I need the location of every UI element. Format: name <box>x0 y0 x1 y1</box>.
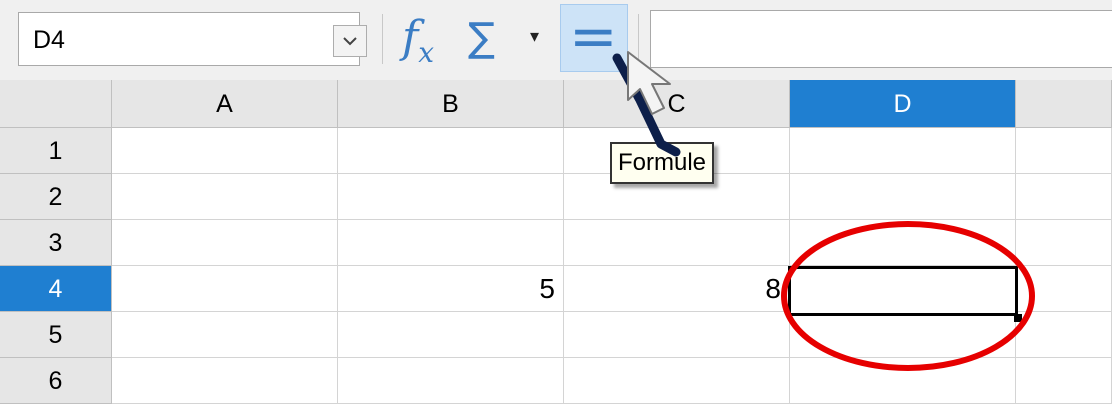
row-header-1[interactable]: 1 <box>0 128 112 174</box>
cell-e5[interactable] <box>1016 312 1112 358</box>
cell-d3[interactable] <box>790 220 1016 266</box>
formula-tooltip: Formule <box>610 142 715 184</box>
cell-b3[interactable] <box>338 220 564 266</box>
row-header-4[interactable]: 4 <box>0 266 112 312</box>
cell-e2[interactable] <box>1016 174 1112 220</box>
autofill-handle[interactable] <box>1014 314 1022 322</box>
row-header-5[interactable]: 5 <box>0 312 112 358</box>
cell-e1[interactable] <box>1016 128 1112 174</box>
cell-a1[interactable] <box>112 128 338 174</box>
cell-a6[interactable] <box>112 358 338 404</box>
name-box-dropdown-button[interactable] <box>333 25 367 57</box>
column-header-b[interactable]: B <box>338 80 564 128</box>
cell-a2[interactable] <box>112 174 338 220</box>
select-all-corner[interactable] <box>0 80 112 128</box>
sum-dropdown-icon[interactable]: ▾ <box>530 26 539 47</box>
row-header-2[interactable]: 2 <box>0 174 112 220</box>
cell-c5[interactable] <box>564 312 790 358</box>
chevron-down-icon <box>343 37 357 46</box>
toolbar-separator <box>382 14 383 64</box>
cell-d2[interactable] <box>790 174 1016 220</box>
cell-c6[interactable] <box>564 358 790 404</box>
toolbar-separator <box>638 14 639 64</box>
row-header-6[interactable]: 6 <box>0 358 112 404</box>
cell-d6[interactable] <box>790 358 1016 404</box>
cell-e3[interactable] <box>1016 220 1112 266</box>
column-header-e[interactable] <box>1016 80 1112 128</box>
column-header-d[interactable]: D <box>790 80 1016 128</box>
cell-c3[interactable] <box>564 220 790 266</box>
formula-input[interactable] <box>650 10 1112 68</box>
sigma-icon[interactable]: ∑ <box>468 10 495 66</box>
cell-d5[interactable] <box>790 316 1016 358</box>
cell-b5[interactable] <box>338 312 564 358</box>
fx-icon[interactable]: fx <box>402 8 434 83</box>
cell-b6[interactable] <box>338 358 564 404</box>
column-header-a[interactable]: A <box>112 80 338 128</box>
cell-e6[interactable] <box>1016 358 1112 404</box>
cell-d1[interactable] <box>790 128 1016 174</box>
cell-b4[interactable]: 5 <box>338 266 564 312</box>
cell-a5[interactable] <box>112 312 338 358</box>
cell-a4[interactable] <box>112 266 338 312</box>
formula-toolbar: D4 fx ∑ ▾ = <box>0 0 1112 80</box>
cell-b2[interactable] <box>338 174 564 220</box>
formula-button[interactable]: = <box>560 2 628 72</box>
name-box-value: D4 <box>33 26 65 54</box>
name-box[interactable]: D4 <box>18 12 367 66</box>
row-header-3[interactable]: 3 <box>0 220 112 266</box>
cell-e4[interactable] <box>1018 266 1112 312</box>
cell-a3[interactable] <box>112 220 338 266</box>
cell-c4[interactable]: 8 <box>564 266 790 312</box>
cell-b1[interactable] <box>338 128 564 174</box>
cell-d4[interactable] <box>788 266 1018 316</box>
equals-icon: = <box>569 2 618 70</box>
column-header-c[interactable]: C <box>564 80 790 128</box>
